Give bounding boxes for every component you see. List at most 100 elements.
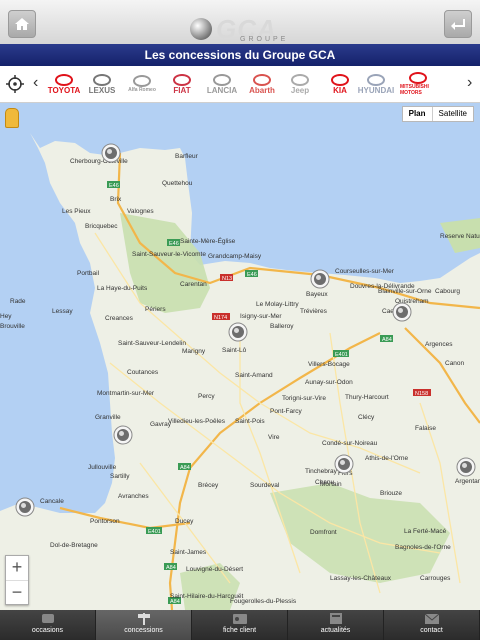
dealer-marker-icon[interactable] [101,143,121,163]
brand-name: KIA [333,85,347,95]
place-label: Carrouges [420,575,451,582]
brand-logo-lancia[interactable]: LANCIA [204,68,240,100]
dealer-marker-icon[interactable] [310,269,330,289]
svg-text:N174: N174 [214,315,227,321]
map-canvas[interactable]: E46 E46 N13 E46 N174 E401 A84 N158 A84 E… [0,103,480,610]
place-label: Lessay [52,308,73,315]
brand-name: Jeep [290,85,310,95]
dealer-marker-icon[interactable] [228,322,248,342]
brand-bar: ‹ TOYOTA LEXUS Alfa Romeo FIAT LANCIA Abarth J… [0,66,480,103]
place-label: Clécy [358,414,375,421]
place-label: Brouville [0,323,25,330]
place-label: Coutances [127,369,159,376]
brand-logo-mitsubishi-motors[interactable]: MITSUBISHI MOTORS [400,68,436,100]
place-label: Saint-Amand [235,372,273,379]
place-label: Saint-Sauveur-Lendelin [118,340,186,347]
place-label: Louvigné-du-Désert [186,566,243,573]
place-label: Falaise [415,425,436,432]
street-view-pegman-icon[interactable] [5,108,19,128]
place-label: Torigni-sur-Vire [282,395,326,402]
place-label: Condé-sur-Noireau [322,440,378,447]
brands-next-arrow[interactable]: › [467,74,472,92]
top-bar: GCA GROUPE [0,0,480,45]
return-icon [451,19,465,30]
tab-contact[interactable]: contact [384,610,480,640]
brand-logo-fiat[interactable]: FIAT [164,68,200,100]
brand-logo-kia[interactable]: KIA [322,68,358,100]
place-label: Hey [0,313,12,320]
place-label: Domfront [310,529,337,536]
brand-emblem-icon [173,73,191,86]
brand-name: TOYOTA [47,85,81,95]
brand-logo-jeep[interactable]: Jeep [282,68,318,100]
place-label: Canon [445,360,465,367]
place-label: Rade [10,298,26,305]
place-label: Aunay-sur-Odon [305,379,353,386]
map-type-plan[interactable]: Plan [403,107,433,121]
dealer-marker-icon[interactable] [334,454,354,474]
svg-text:E46: E46 [109,183,119,189]
brand-logo-toyota[interactable]: TOYOTA [46,68,82,100]
brand-emblem-icon [253,73,271,86]
brand-emblem-icon [409,72,427,84]
brand-name: FIAT [173,85,191,95]
place-label: Athis-de-l'Orne [365,455,409,462]
brand-emblem-icon [331,73,349,86]
brand-logo-lexus[interactable]: LEXUS [84,68,120,100]
locate-me-icon[interactable] [6,75,24,93]
map[interactable]: E46 E46 N13 E46 N174 E401 A84 N158 A84 E… [0,103,480,610]
place-label: La Haye-du-Puits [97,285,148,292]
brand-emblem-icon [93,73,111,86]
place-label: Barfleur [175,153,199,160]
place-label: Brécey [198,482,219,489]
place-label: Argentan [455,478,480,485]
place-label: Avranches [118,493,149,500]
svg-text:A84: A84 [166,565,176,571]
brand-logo-abarth[interactable]: Abarth [244,68,280,100]
place-label: Dol-de-Bretagne [50,542,98,549]
gca-logo: GCA GROUPE [190,14,290,44]
zoom-in-button[interactable]: + [6,556,28,581]
place-label: Cherbourg-Octeville [70,158,128,165]
brand-name: Alfa Romeo [128,87,156,93]
place-label: Sainte-Mère-Église [180,236,236,245]
tab-actualités[interactable]: actualités [288,610,384,640]
tab-occasions[interactable]: occasions [0,610,96,640]
place-label: Jullouville [88,464,117,471]
brand-name: LANCIA [206,85,238,95]
place-label: Bagnoles-de-l'Orne [395,544,451,551]
home-icon [15,18,29,30]
map-type-satellite[interactable]: Satellite [433,107,473,121]
brand-logo-hyundai[interactable]: HYUNDAI [358,68,394,100]
home-button[interactable] [8,10,36,38]
dealer-marker-icon[interactable] [392,302,412,322]
svg-text:E46: E46 [247,272,257,278]
dealer-marker-icon[interactable] [15,497,35,517]
place-label: Isigny-sur-Mer [240,313,282,320]
tab-concessions[interactable]: concessions [96,610,192,640]
brand-name: Abarth [249,85,275,95]
brand-emblem-icon [367,73,385,86]
map-type-switch[interactable]: Plan Satellite [401,106,474,122]
brands-prev-arrow[interactable]: ‹ [33,74,38,92]
signpost-icon [137,613,150,625]
brand-logo-alfa-romeo[interactable]: Alfa Romeo [124,68,160,100]
place-label: Cancale [40,498,64,505]
dealer-marker-icon[interactable] [456,457,476,477]
svg-text:A84: A84 [180,465,190,471]
place-label: Saint-Pois [235,418,265,425]
place-label: Trévières [300,308,328,315]
tab-label: actualités [320,627,351,634]
place-label: Pontorson [90,518,120,525]
back-button[interactable] [444,10,472,38]
place-label: Périers [145,306,166,313]
tab-fiche-client[interactable]: fiche client [192,610,288,640]
zoom-out-button[interactable]: − [6,581,28,605]
place-label: Le Molay-Littry [256,301,299,308]
place-label: Sartilly [110,473,130,480]
place-label: Creances [105,315,134,322]
brand-name: MITSUBISHI MOTORS [400,84,429,96]
tab-bar: occasions concessions fiche client actualit… [0,610,480,640]
dealer-marker-icon[interactable] [113,425,133,445]
zoom-control: + − [5,555,29,605]
